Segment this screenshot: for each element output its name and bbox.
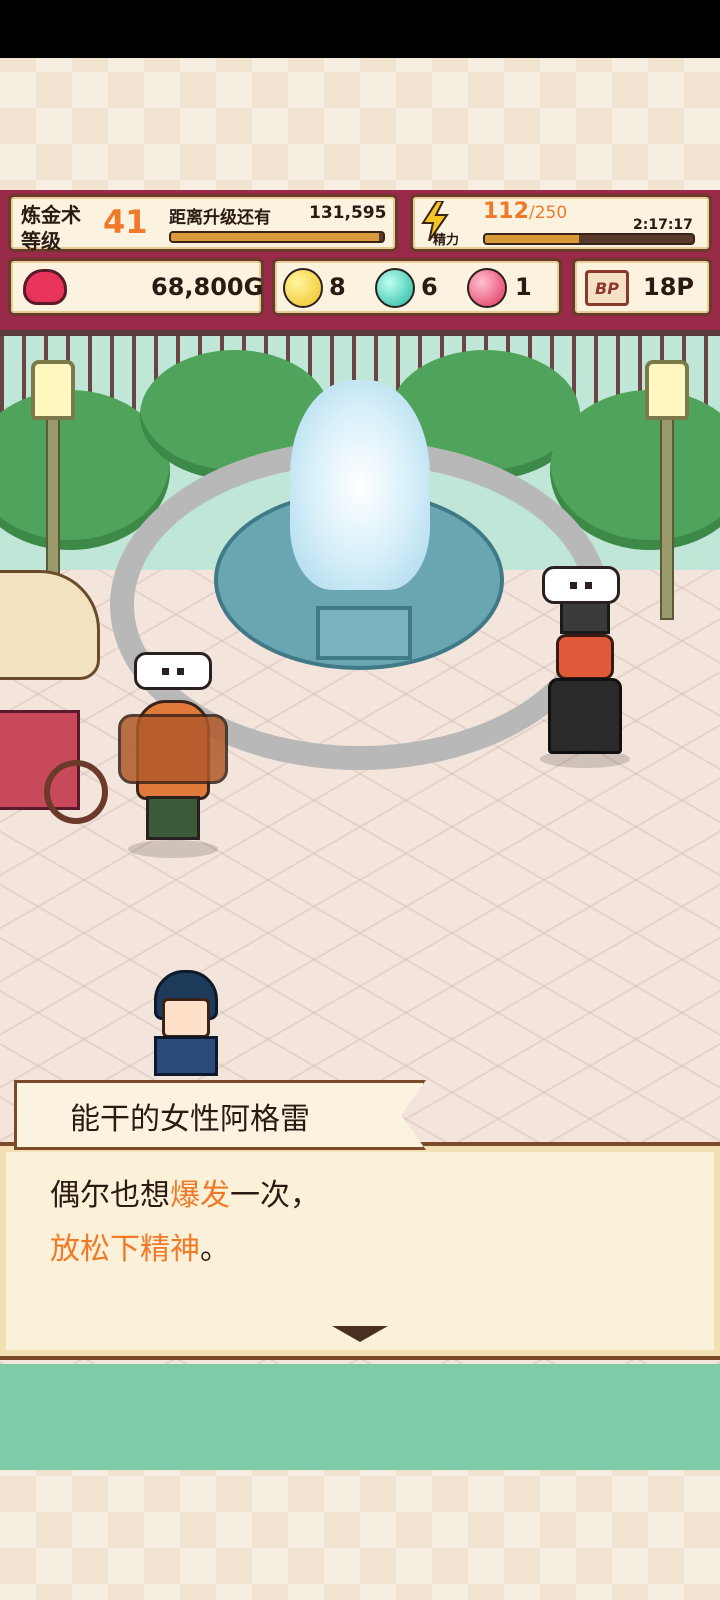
npc-gentleman[interactable] [540, 600, 630, 770]
bp-icon: BP [585, 270, 629, 306]
stamina-max: /250 [529, 203, 568, 223]
stamina-timer: 2:17:17 [633, 217, 693, 233]
cart-canopy [0, 570, 100, 680]
dialogue-line-1-highlight: 爆发 [170, 1178, 230, 1213]
street-lamp-post [46, 410, 60, 590]
npc-cat-merchant[interactable] [118, 670, 228, 860]
dialogue-line-1-post: 一次， [230, 1178, 320, 1213]
speech-bubble[interactable] [134, 652, 212, 690]
level-label: 等级 [21, 229, 61, 253]
exp-progress-fill [171, 233, 379, 241]
fountain-water [290, 380, 430, 590]
pink-gem-count: 1 [515, 273, 532, 301]
street-lamp-light [31, 360, 75, 420]
speaker-name: 能干的女性阿格雷 [70, 1102, 310, 1137]
cat-merchant-legs [146, 796, 200, 840]
grass-strip [0, 1364, 720, 1470]
teal-gem-count: 6 [421, 273, 438, 301]
yellow-gem-icon [283, 268, 323, 308]
bp-icon-text: BP [595, 278, 619, 298]
speech-bubble[interactable] [542, 566, 620, 604]
stamina-current: 112 [483, 199, 529, 224]
stamina-progress-fill [485, 235, 579, 243]
street-lamp-post [660, 410, 674, 620]
agre-face [162, 998, 210, 1038]
gems-panel[interactable]: 8 6 1 [272, 258, 562, 316]
teal-gem-icon [375, 268, 415, 308]
street-lamp-light [645, 360, 689, 420]
bp-value: 18P [643, 273, 694, 301]
gentleman-suit [548, 678, 622, 754]
npc-agre[interactable] [146, 970, 226, 1076]
stamina-progress-bar [483, 233, 695, 245]
system-status-bar [0, 0, 720, 58]
dialogue-line-1-pre: 偶尔也想 [50, 1178, 170, 1213]
agre-body [154, 1036, 218, 1076]
gold-amount: 68,800G [151, 273, 264, 301]
yellow-gem-count: 8 [329, 273, 346, 301]
alchemy-title: 炼金术 [21, 203, 81, 227]
bp-panel[interactable]: BP 18P [572, 258, 712, 316]
dialogue-line-2-post: 。 [200, 1232, 230, 1267]
pink-gem-icon [467, 268, 507, 308]
stamina-label: 精力 [433, 233, 460, 248]
gold-panel[interactable]: 68,800G [8, 258, 264, 316]
hud: 炼金术 等级 41 距离升级还有 131,595 精力 112 /250 2:1… [0, 190, 720, 330]
stamina-panel[interactable]: 精力 112 /250 2:17:17 [410, 194, 712, 252]
dialogue-line-2-highlight: 放松下精神 [50, 1232, 200, 1267]
dialogue-line-2: 放松下精神。 [50, 1224, 230, 1268]
level-value: 41 [103, 203, 148, 241]
cat-merchant-backpack [118, 714, 228, 784]
top-hat [560, 600, 610, 634]
fountain-step [316, 606, 412, 660]
exp-progress-bar [169, 231, 385, 243]
next-level-value: 131,595 [309, 203, 387, 223]
shadow [128, 840, 218, 858]
continue-arrow-icon[interactable] [332, 1326, 388, 1342]
cart-wheel [44, 760, 108, 824]
coin-purse-icon [23, 269, 67, 305]
next-level-label: 距离升级还有 [169, 208, 271, 228]
alchemy-level-panel[interactable]: 炼金术 等级 41 距离升级还有 131,595 [8, 194, 398, 253]
gentleman-face [556, 634, 614, 680]
shadow [540, 750, 630, 768]
dialogue-line-1: 偶尔也想爆发一次， [50, 1170, 320, 1214]
